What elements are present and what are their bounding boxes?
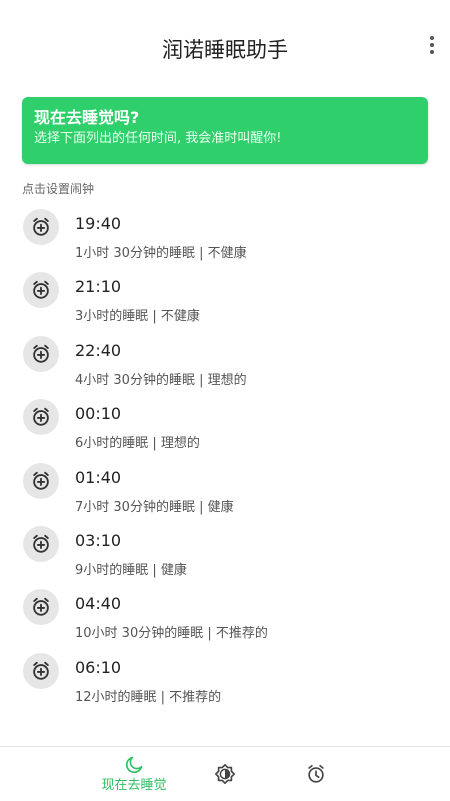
more-options-icon[interactable] [428,36,436,54]
alarm-time: 21:10 [75,277,122,297]
add-alarm-icon[interactable] [23,652,59,689]
section-label: 点击设置闹钟 [22,182,95,196]
banner-title: 现在去睡觉吗? [34,108,140,127]
add-alarm-icon[interactable] [23,525,59,562]
alarm-description: 6小时的睡眠 | 理想的 [75,436,200,452]
nav-alarm[interactable] [303,747,329,801]
add-alarm-icon[interactable] [23,209,59,245]
app-bar: 润诺睡眠助手 [0,0,450,96]
alarm-time: 01:40 [75,467,122,487]
alarm-row[interactable]: 03:10 9小时的睡眠 | 健康 [0,524,450,587]
alarm-row[interactable]: 06:10 12小时的睡眠 | 不推荐的 [0,651,450,714]
add-alarm-icon[interactable] [23,462,59,499]
alarm-description: 10小时 30分钟的睡眠 | 不推荐的 [75,626,268,642]
app-title: 润诺睡眠助手 [162,38,288,62]
alarm-row[interactable]: 22:40 4小时 30分钟的睡眠 | 理想的 [0,334,450,397]
alarm-time: 06:10 [75,657,122,677]
moon-icon [124,755,144,775]
alarm-clock-icon [305,763,327,789]
alarm-row[interactable]: 00:10 6小时的睡眠 | 理想的 [0,397,450,460]
alarm-list: 19:40 1小时 30分钟的睡眠 | 不健康 21:10 3小时的睡眠 | 不… [0,207,450,714]
alarm-row[interactable]: 19:40 1小时 30分钟的睡眠 | 不健康 [0,207,450,270]
alarm-time: 22:40 [75,340,122,360]
brightness-icon [214,763,236,789]
alarm-description: 3小时的睡眠 | 不健康 [75,309,200,325]
banner-subtitle: 选择下面列出的任何时间, 我会准时叫醒你! [34,131,282,146]
add-alarm-icon[interactable] [23,589,59,626]
alarm-time: 19:40 [75,214,122,233]
sleep-now-banner: 现在去睡觉吗? 选择下面列出的任何时间, 我会准时叫醒你! [22,97,428,164]
nav-brightness[interactable] [212,747,238,801]
nav-sleep-now[interactable]: 现在去睡觉 [96,747,172,801]
alarm-description: 7小时 30分钟的睡眠 | 健康 [75,499,234,515]
add-alarm-icon[interactable] [23,272,59,309]
alarm-row[interactable]: 04:40 10小时 30分钟的睡眠 | 不推荐的 [0,587,450,650]
alarm-description: 9小时的睡眠 | 健康 [75,562,187,578]
alarm-description: 12小时的睡眠 | 不推荐的 [75,689,222,705]
bottom-nav: 现在去睡觉 [0,746,450,801]
nav-sleep-now-label: 现在去睡觉 [101,778,167,793]
alarm-description: 1小时 30分钟的睡眠 | 不健康 [75,246,247,261]
alarm-time: 03:10 [75,530,122,550]
alarm-time: 04:40 [75,594,122,614]
alarm-time: 00:10 [75,404,122,424]
add-alarm-icon[interactable] [23,335,59,372]
add-alarm-icon[interactable] [23,399,59,436]
alarm-row[interactable]: 01:40 7小时 30分钟的睡眠 | 健康 [0,461,450,524]
alarm-description: 4小时 30分钟的睡眠 | 理想的 [75,372,247,388]
alarm-row[interactable]: 21:10 3小时的睡眠 | 不健康 [0,270,450,333]
